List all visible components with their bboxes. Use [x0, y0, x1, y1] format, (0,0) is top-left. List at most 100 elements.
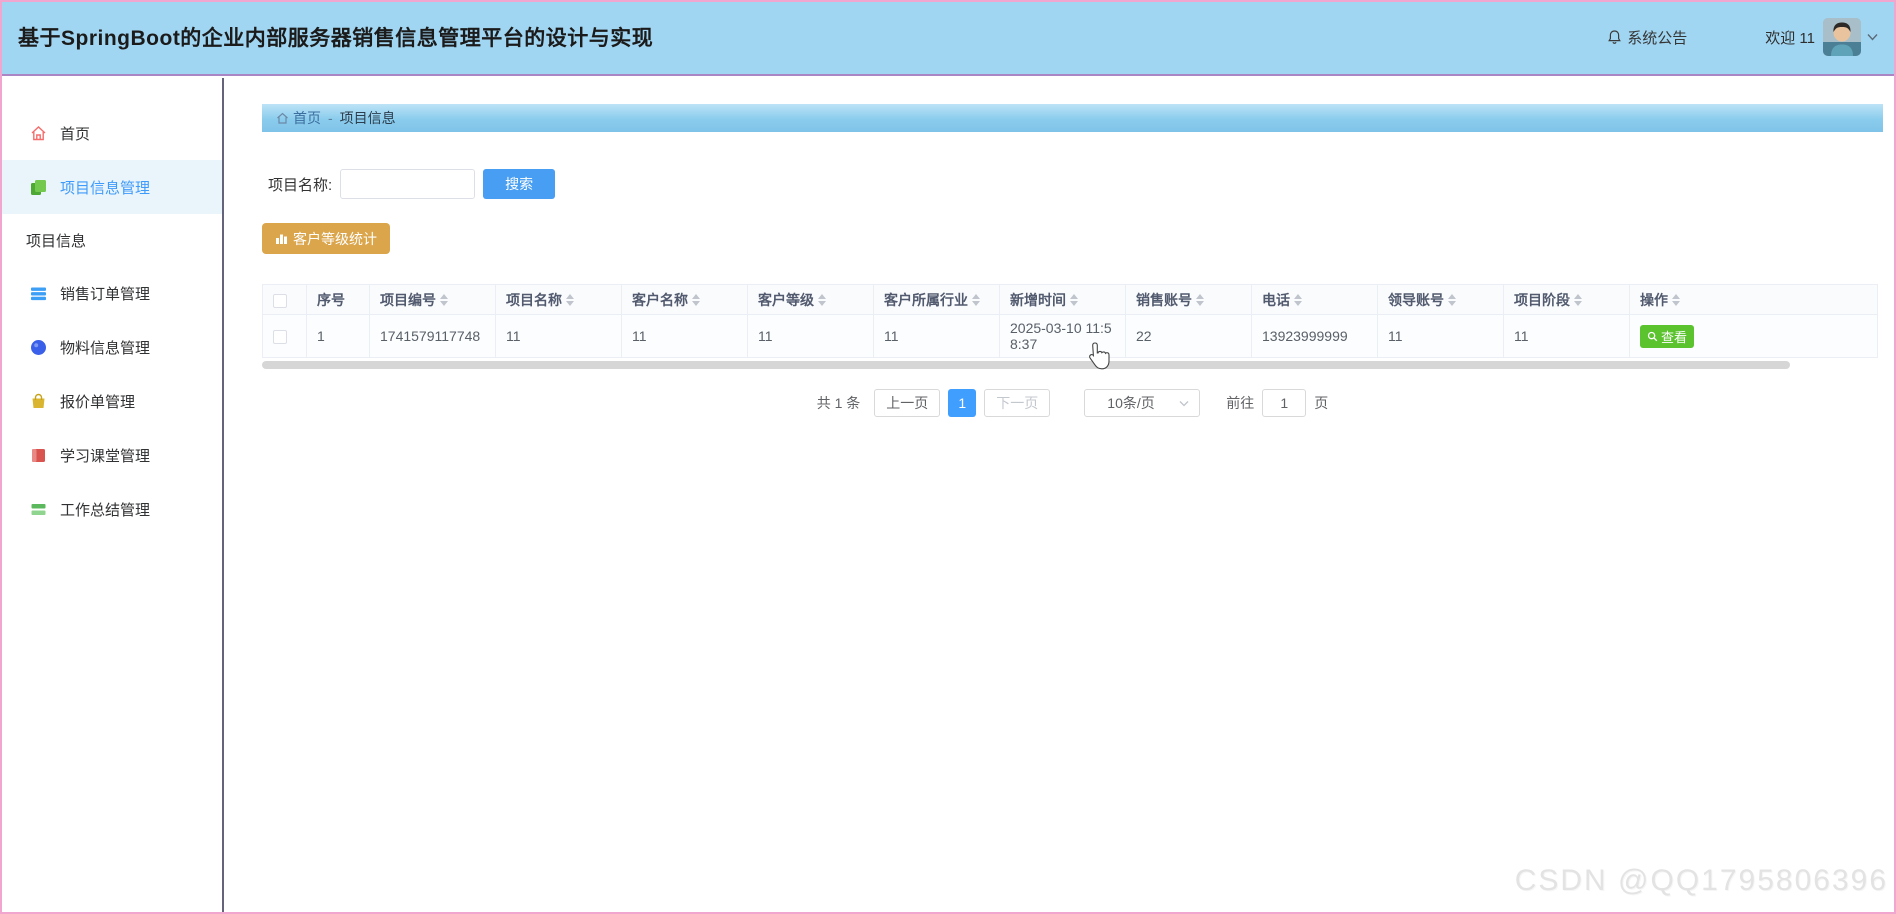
breadcrumb-home-link[interactable]: 首页	[276, 108, 321, 128]
sort-icon[interactable]	[1672, 294, 1680, 306]
column-header-created-at[interactable]: 新增时间	[1000, 285, 1126, 315]
column-header-customer-level[interactable]: 客户等级	[748, 285, 874, 315]
goto-prefix: 前往	[1226, 393, 1254, 413]
sort-icon[interactable]	[818, 294, 826, 306]
pagination: 共 1 条 上一页 1 下一页 10条/页 前往 页	[262, 389, 1883, 417]
goto-page-input[interactable]	[1262, 389, 1306, 417]
summary-icon	[30, 501, 47, 518]
cell-sales-account: 22	[1126, 315, 1252, 358]
goto-suffix: 页	[1314, 393, 1328, 413]
sidebar-item-classroom[interactable]: 学习课堂管理	[0, 428, 222, 482]
sidebar-item-materials[interactable]: 物料信息管理	[0, 320, 222, 374]
column-header-customer-name[interactable]: 客户名称	[622, 285, 748, 315]
sort-icon[interactable]	[566, 294, 574, 306]
avatar[interactable]	[1823, 18, 1861, 56]
sidebar-item-label: 物料信息管理	[60, 337, 150, 358]
horizontal-scrollbar[interactable]	[262, 361, 1790, 369]
sidebar-item-label: 报价单管理	[60, 391, 135, 412]
main-content: 首页 - 项目信息 项目名称: 搜索 客户等级统计 序号 项目编号 项	[262, 78, 1883, 417]
cell-customer-name: 11	[622, 315, 748, 358]
sales-order-icon	[30, 285, 47, 302]
column-header-phone[interactable]: 电话	[1252, 285, 1378, 315]
sidebar-item-work-summary[interactable]: 工作总结管理	[0, 482, 222, 536]
goto-page: 前往 页	[1226, 389, 1328, 417]
sidebar-item-label: 项目信息管理	[60, 177, 150, 198]
prev-page-button[interactable]: 上一页	[874, 389, 940, 417]
column-header-leader-account[interactable]: 领导账号	[1378, 285, 1504, 315]
table-header-row: 序号 项目编号 项目名称 客户名称 客户等级 客户所属行业 新增时间 销售账号 …	[263, 285, 1878, 315]
column-header-industry[interactable]: 客户所属行业	[874, 285, 1000, 315]
table-row[interactable]: 1 1741579117748 11 11 11 11 2025-03-10 1…	[263, 315, 1878, 358]
bar-chart-icon	[275, 232, 288, 245]
quotation-icon	[30, 393, 47, 410]
sidebar-item-label: 学习课堂管理	[60, 445, 150, 466]
material-icon	[30, 339, 47, 356]
cell-leader-account: 11	[1378, 315, 1504, 358]
sort-icon[interactable]	[1574, 294, 1582, 306]
column-header-stage[interactable]: 项目阶段	[1504, 285, 1630, 315]
cell-stage: 11	[1504, 315, 1630, 358]
project-table: 序号 项目编号 项目名称 客户名称 客户等级 客户所属行业 新增时间 销售账号 …	[262, 284, 1878, 358]
column-header-sales-account[interactable]: 销售账号	[1126, 285, 1252, 315]
home-small-icon	[276, 112, 289, 125]
sidebar-section-project-info: 项目信息	[0, 214, 222, 266]
column-header-project-no[interactable]: 项目编号	[370, 285, 496, 315]
sidebar-section-label: 项目信息	[26, 230, 86, 251]
next-page-button[interactable]: 下一页	[984, 389, 1050, 417]
select-chevron-icon	[1179, 400, 1189, 407]
system-announcement-link[interactable]: 系统公告	[1607, 27, 1687, 48]
breadcrumb-home-label: 首页	[293, 108, 321, 128]
search-button[interactable]: 搜索	[483, 169, 555, 199]
chevron-down-icon[interactable]	[1867, 33, 1878, 41]
sort-icon[interactable]	[692, 294, 700, 306]
sort-icon[interactable]	[1294, 294, 1302, 306]
home-icon	[30, 125, 47, 142]
page-number-1[interactable]: 1	[948, 389, 976, 417]
breadcrumb-current: 项目信息	[340, 108, 396, 128]
search-label: 项目名称:	[268, 174, 332, 195]
pagination-total: 共 1 条	[817, 393, 861, 413]
sidebar-item-home[interactable]: 首页	[0, 106, 222, 160]
sidebar-item-label: 首页	[60, 123, 90, 144]
select-all-checkbox[interactable]	[273, 294, 287, 308]
sort-icon[interactable]	[1070, 294, 1078, 306]
sort-icon[interactable]	[972, 294, 980, 306]
sort-icon[interactable]	[440, 294, 448, 306]
project-name-input[interactable]	[340, 169, 475, 199]
sidebar-item-label: 工作总结管理	[60, 499, 150, 520]
page-size-select[interactable]: 10条/页	[1084, 389, 1200, 417]
cell-project-name: 11	[496, 315, 622, 358]
magnifier-icon	[1647, 331, 1658, 342]
csdn-watermark: CSDN @QQ1795806396	[1515, 864, 1888, 898]
view-button-label: 查看	[1661, 327, 1687, 346]
project-icon	[30, 179, 47, 196]
sidebar-item-sales-orders[interactable]: 销售订单管理	[0, 266, 222, 320]
column-header-seq: 序号	[307, 285, 370, 315]
column-header-project-name[interactable]: 项目名称	[496, 285, 622, 315]
sort-icon[interactable]	[1196, 294, 1204, 306]
sort-icon[interactable]	[1448, 294, 1456, 306]
breadcrumb: 首页 - 项目信息	[262, 104, 1883, 132]
announcement-label: 系统公告	[1627, 27, 1687, 48]
cell-created-at: 2025-03-10 11:58:37	[1000, 315, 1126, 358]
sidebar-item-project-info[interactable]: 项目信息管理	[0, 160, 222, 214]
sidebar-item-label: 销售订单管理	[60, 283, 150, 304]
customer-level-stats-button[interactable]: 客户等级统计	[262, 223, 390, 254]
header-right: 系统公告 欢迎 11	[1607, 18, 1878, 56]
classroom-icon	[30, 447, 47, 464]
search-bar: 项目名称: 搜索	[262, 169, 1883, 199]
page-size-value: 10条/页	[1107, 393, 1154, 413]
view-button[interactable]: 查看	[1640, 325, 1694, 348]
sidebar: 首页 项目信息管理 项目信息 销售订单管理 物料信息管理 报价单管理	[0, 78, 224, 914]
row-checkbox[interactable]	[273, 330, 287, 344]
avatar-image	[1823, 18, 1861, 56]
app-title: 基于SpringBoot的企业内部服务器销售信息管理平台的设计与实现	[18, 22, 653, 52]
cell-project-no: 1741579117748	[370, 315, 496, 358]
welcome-text: 欢迎 11	[1765, 27, 1815, 48]
app-header: 基于SpringBoot的企业内部服务器销售信息管理平台的设计与实现 系统公告 …	[0, 0, 1896, 76]
bell-icon	[1607, 29, 1622, 45]
column-header-actions[interactable]: 操作	[1630, 285, 1878, 315]
stats-button-label: 客户等级统计	[293, 229, 377, 249]
sidebar-item-quotations[interactable]: 报价单管理	[0, 374, 222, 428]
cell-phone: 13923999999	[1252, 315, 1378, 358]
